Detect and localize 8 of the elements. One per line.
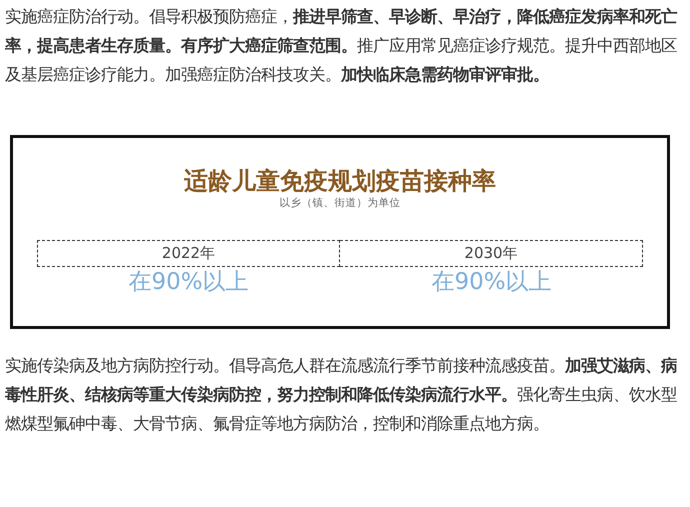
year-cell: 2030年 bbox=[340, 240, 643, 267]
rate-value: 在90%以上 bbox=[431, 268, 552, 297]
infobox-title: 适龄儿童免疫规划疫苗接种率 bbox=[184, 166, 496, 196]
year-cell: 2022年 bbox=[37, 240, 340, 267]
paragraph: 实施传染病及地方病防控行动。倡导高危人群在流感流行季节前接种流感疫苗。加强艾滋病、病毒性肝炎、结核病等重大传染病防控，努力控制和降低传染病流行水平。强化寄生虫病、饮水型燃煤型氟砷中毒、大骨节病、氟骨症等地方病防治，控制和消除重点地方病。 bbox=[5, 355, 678, 435]
paragraph: 实施癌症防治行动。倡导积极预防癌症，推进早筛查、早诊断、早治疗，降低癌症发病率和死亡率，提高患者生存质量。有序扩大癌症筛查范围。推广应用常见癌症诊疗规范。提升中西部地区及基层癌症诊疗能力。加强癌症防治科技攻关。加快临床急需药物审评审批。 bbox=[5, 6, 678, 86]
rate-value: 在90%以上 bbox=[128, 268, 249, 297]
infobox-subtitle: 以乡（镇、街道）为单位 bbox=[280, 196, 400, 210]
